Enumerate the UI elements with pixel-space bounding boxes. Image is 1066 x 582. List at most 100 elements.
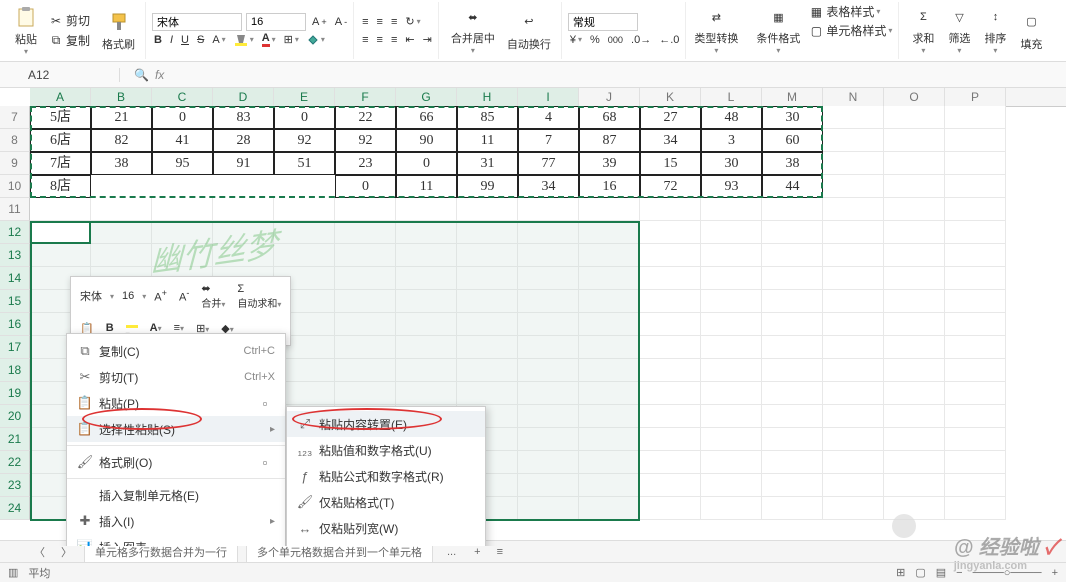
align-center-button[interactable]: ≡ xyxy=(375,33,385,47)
row-header-23[interactable]: 23 xyxy=(0,474,30,497)
cell[interactable] xyxy=(640,313,701,336)
cell[interactable] xyxy=(884,244,945,267)
cell[interactable] xyxy=(518,451,579,474)
cell[interactable] xyxy=(396,359,457,382)
indent-dec-button[interactable]: ⇤ xyxy=(403,32,416,47)
cell[interactable] xyxy=(396,336,457,359)
cell[interactable] xyxy=(945,175,1006,198)
cell[interactable] xyxy=(640,267,701,290)
col-header-P[interactable]: P xyxy=(945,88,1006,106)
underline-button[interactable]: U xyxy=(179,33,191,47)
cell[interactable] xyxy=(884,129,945,152)
cell[interactable] xyxy=(518,244,579,267)
align-left-button[interactable]: ≡ xyxy=(360,33,370,47)
cell[interactable] xyxy=(823,382,884,405)
cell[interactable]: 87 xyxy=(579,129,640,152)
cell[interactable] xyxy=(396,198,457,221)
cell[interactable] xyxy=(945,244,1006,267)
format-painter-button[interactable]: 格式刷 xyxy=(96,6,141,56)
cell[interactable]: 91 xyxy=(213,152,274,175)
view-layout-button[interactable]: ▤ xyxy=(936,566,946,579)
zoom-slider[interactable]: ────○──── xyxy=(973,567,1042,579)
cell[interactable] xyxy=(884,290,945,313)
fill-button[interactable]: ▢填充 xyxy=(1013,2,1049,59)
cell[interactable] xyxy=(762,359,823,382)
col-header-C[interactable]: C xyxy=(152,88,213,106)
cell[interactable] xyxy=(884,359,945,382)
menu-item[interactable]: ↔仅粘贴列宽(W) xyxy=(287,515,485,541)
border-button[interactable]: ⊞▾ xyxy=(282,32,301,47)
cell[interactable]: 30 xyxy=(762,106,823,129)
cell[interactable]: 68 xyxy=(579,106,640,129)
align-mid-button[interactable]: ≡ xyxy=(375,15,385,29)
cell[interactable] xyxy=(213,244,274,267)
indent-inc-button[interactable]: ⇥ xyxy=(421,32,434,47)
cell[interactable]: 23 xyxy=(335,152,396,175)
cell[interactable] xyxy=(701,198,762,221)
cell[interactable] xyxy=(518,382,579,405)
zoom-in-button[interactable]: + xyxy=(1052,567,1058,579)
cut-button[interactable]: ✂剪切 xyxy=(46,11,92,30)
cell[interactable] xyxy=(945,313,1006,336)
cell[interactable]: 3 xyxy=(701,129,762,152)
strike-button[interactable]: S xyxy=(195,33,206,47)
cell[interactable] xyxy=(213,221,274,244)
col-header-N[interactable]: N xyxy=(823,88,884,106)
cell[interactable] xyxy=(274,198,335,221)
merge-center-button[interactable]: ⬌合并居中▾ xyxy=(445,2,501,59)
dec-decimal-button[interactable]: ←.0 xyxy=(657,33,681,47)
cell[interactable] xyxy=(518,497,579,520)
col-header-D[interactable]: D xyxy=(213,88,274,106)
mini-merge-button[interactable]: ⬌合并▾ xyxy=(197,280,229,312)
cell[interactable] xyxy=(884,198,945,221)
comma-button[interactable]: 000 xyxy=(606,34,625,46)
cell[interactable] xyxy=(640,428,701,451)
cell[interactable] xyxy=(762,290,823,313)
cell[interactable] xyxy=(823,359,884,382)
cell[interactable] xyxy=(762,244,823,267)
cell[interactable] xyxy=(91,175,152,198)
cell[interactable] xyxy=(701,405,762,428)
worksheet[interactable]: ABCDEFGHIJKLMNOP 78910111213141516171819… xyxy=(0,88,1066,546)
cell[interactable] xyxy=(823,451,884,474)
cell[interactable] xyxy=(152,198,213,221)
cell[interactable] xyxy=(701,382,762,405)
cell[interactable] xyxy=(457,359,518,382)
cell[interactable] xyxy=(823,221,884,244)
menu-item[interactable]: 📋粘贴(P)▫ xyxy=(67,390,285,416)
cell[interactable] xyxy=(579,405,640,428)
menu-item[interactable]: 📊插入图表 xyxy=(67,534,285,546)
cell[interactable] xyxy=(579,198,640,221)
cell[interactable] xyxy=(579,221,640,244)
cell[interactable] xyxy=(762,405,823,428)
cell[interactable] xyxy=(762,267,823,290)
cell[interactable] xyxy=(579,359,640,382)
col-header-B[interactable]: B xyxy=(91,88,152,106)
cell[interactable] xyxy=(396,290,457,313)
cell[interactable] xyxy=(518,290,579,313)
cell[interactable] xyxy=(884,382,945,405)
cell[interactable] xyxy=(945,106,1006,129)
cell[interactable] xyxy=(518,221,579,244)
cell[interactable] xyxy=(579,267,640,290)
cell[interactable] xyxy=(640,474,701,497)
cell[interactable]: 15 xyxy=(640,152,701,175)
cell[interactable] xyxy=(701,313,762,336)
row-header-7[interactable]: 7 xyxy=(0,106,30,129)
menu-item[interactable]: 📋选择性粘贴(S)▸ xyxy=(67,416,285,442)
cell[interactable] xyxy=(579,451,640,474)
font-name-select[interactable] xyxy=(152,13,242,31)
cell[interactable] xyxy=(274,221,335,244)
cell[interactable] xyxy=(823,290,884,313)
type-convert-button[interactable]: ⇄类型转换▾ xyxy=(688,2,744,59)
table-style-button[interactable]: ▦表格样式▾ xyxy=(806,2,894,21)
cell[interactable] xyxy=(945,221,1006,244)
cell[interactable] xyxy=(762,451,823,474)
cond-format-button[interactable]: ▦条件格式▾ xyxy=(750,2,806,59)
cell[interactable]: 85 xyxy=(457,106,518,129)
cell[interactable]: 51 xyxy=(274,152,335,175)
cell[interactable] xyxy=(823,175,884,198)
font-shrink-button[interactable]: A- xyxy=(333,15,349,29)
cell[interactable]: 28 xyxy=(213,129,274,152)
cell[interactable] xyxy=(579,244,640,267)
